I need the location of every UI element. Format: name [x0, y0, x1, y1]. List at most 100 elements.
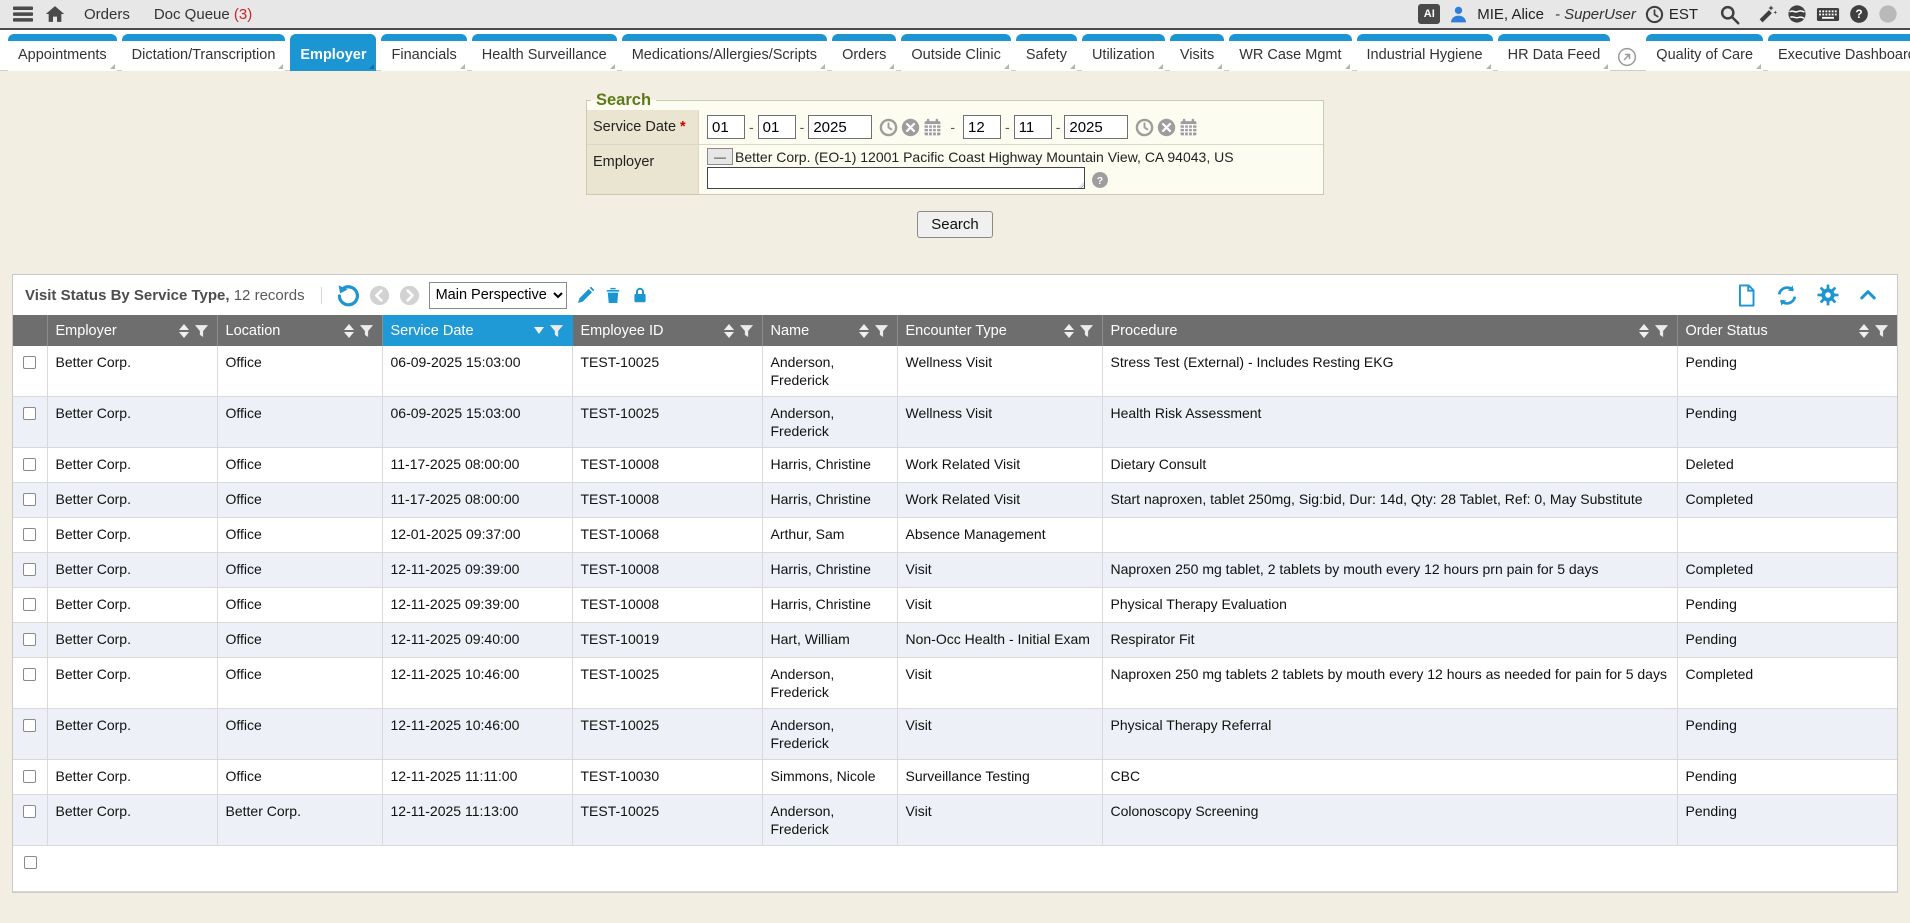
to-clear-icon[interactable] — [1157, 118, 1176, 137]
to-time-icon[interactable] — [1135, 118, 1154, 137]
tab-industrial-hygiene[interactable]: Industrial Hygiene — [1357, 34, 1493, 71]
column-header-encounter-type[interactable]: Encounter Type — [897, 315, 1102, 346]
keyboard-icon[interactable] — [1816, 5, 1840, 24]
help-icon[interactable]: ? — [1849, 4, 1869, 24]
filter-icon[interactable] — [549, 323, 564, 339]
column-header-procedure[interactable]: Procedure — [1102, 315, 1677, 346]
column-header-employer[interactable]: Employer — [47, 315, 217, 346]
row-checkbox[interactable] — [23, 563, 36, 576]
undo-icon[interactable] — [336, 283, 360, 307]
sort-icon[interactable] — [179, 324, 189, 338]
lock-icon[interactable] — [631, 286, 649, 305]
filter-icon[interactable] — [739, 323, 754, 339]
forward-icon[interactable] — [399, 285, 420, 306]
breadcrumb-page[interactable]: Doc Queue (3) — [154, 6, 252, 23]
filter-icon[interactable] — [194, 323, 209, 339]
refresh-icon[interactable] — [1775, 284, 1799, 307]
tab-outside-clinic[interactable]: Outside Clinic — [901, 34, 1010, 71]
from-calendar-icon[interactable] — [923, 118, 942, 137]
perspective-select[interactable]: Main Perspective — [429, 282, 567, 309]
edit-perspective-icon[interactable] — [576, 286, 595, 305]
column-header-service-date[interactable]: Service Date — [382, 315, 572, 346]
cell-name: Hart, William — [762, 623, 897, 658]
tab-financials[interactable]: Financials — [381, 34, 466, 71]
row-checkbox[interactable] — [23, 633, 36, 646]
row-checkbox[interactable] — [23, 356, 36, 369]
sort-icon[interactable] — [724, 324, 734, 338]
filter-icon[interactable] — [1874, 323, 1889, 339]
from-clear-icon[interactable] — [901, 118, 920, 137]
from-day-input[interactable] — [758, 115, 796, 139]
user-icon[interactable] — [1449, 5, 1468, 24]
cell-employer: Better Corp. — [47, 588, 217, 623]
tab-wr-case-mgmt[interactable]: WR Case Mgmt — [1229, 34, 1351, 71]
tab-medications-allergies-scripts[interactable]: Medications/Allergies/Scripts — [622, 34, 827, 71]
row-checkbox[interactable] — [23, 668, 36, 681]
row-checkbox[interactable] — [23, 407, 36, 420]
filter-icon[interactable] — [874, 323, 889, 339]
row-checkbox[interactable] — [23, 719, 36, 732]
row-checkbox[interactable] — [23, 770, 36, 783]
tab-utilization[interactable]: Utilization — [1082, 34, 1165, 71]
tab-hr-data-feed[interactable]: HR Data Feed — [1498, 34, 1611, 71]
tab-employer[interactable]: Employer — [290, 34, 376, 71]
tab-appointments[interactable]: Appointments — [8, 34, 117, 71]
tab-label: Utilization — [1082, 41, 1165, 71]
sort-desc-icon[interactable] — [534, 327, 544, 334]
hamburger-menu-icon[interactable] — [12, 4, 34, 24]
sort-icon[interactable] — [1064, 324, 1074, 338]
column-header-location[interactable]: Location — [217, 315, 382, 346]
sort-icon[interactable] — [1859, 324, 1869, 338]
from-time-icon[interactable] — [879, 118, 898, 137]
sort-icon[interactable] — [1639, 324, 1649, 338]
tab-dictation-transcription[interactable]: Dictation/Transcription — [122, 34, 286, 71]
row-checkbox[interactable] — [23, 598, 36, 611]
row-checkbox[interactable] — [23, 458, 36, 471]
filter-icon[interactable] — [359, 323, 374, 339]
report-document-icon[interactable] — [1736, 284, 1757, 307]
footer-select-checkbox[interactable] — [24, 856, 37, 869]
row-checkbox[interactable] — [23, 805, 36, 818]
tab-executive-dashboard[interactable]: Executive Dashboard — [1768, 34, 1910, 71]
globe-icon[interactable] — [1787, 4, 1807, 24]
column-header-employee-id[interactable]: Employee ID — [572, 315, 762, 346]
to-day-input[interactable] — [1014, 115, 1052, 139]
tab-orders[interactable]: Orders — [832, 34, 896, 71]
cell-name: Simmons, Nicole — [762, 760, 897, 795]
ai-badge[interactable]: AI — [1418, 4, 1440, 24]
home-icon[interactable] — [44, 4, 66, 24]
sort-icon[interactable] — [344, 324, 354, 338]
breadcrumb-section[interactable]: Orders — [84, 6, 130, 23]
filter-icon[interactable] — [1079, 323, 1094, 339]
column-header-order-status[interactable]: Order Status — [1677, 315, 1897, 346]
sort-icon[interactable] — [859, 324, 869, 338]
employer-search-input[interactable] — [707, 167, 1085, 189]
back-icon[interactable] — [369, 285, 390, 306]
column-header-name[interactable]: Name — [762, 315, 897, 346]
column-label: Employer — [56, 323, 117, 339]
to-month-input[interactable] — [963, 115, 1001, 139]
tab-health-surveillance[interactable]: Health Surveillance — [472, 34, 617, 71]
svg-text:?: ? — [1097, 175, 1103, 187]
tab-visits[interactable]: Visits — [1170, 34, 1224, 71]
delete-perspective-icon[interactable] — [604, 286, 622, 305]
tab-quality-of-care[interactable]: Quality of Care — [1646, 34, 1763, 71]
from-month-input[interactable] — [707, 115, 745, 139]
from-year-input[interactable] — [808, 115, 872, 139]
magic-wand-icon[interactable] — [1757, 4, 1778, 25]
search-icon[interactable] — [1719, 4, 1740, 25]
row-checkbox[interactable] — [23, 528, 36, 541]
row-checkbox[interactable] — [23, 493, 36, 506]
filter-icon[interactable] — [1654, 323, 1669, 339]
clock-icon[interactable] — [1645, 5, 1664, 24]
search-button[interactable]: Search — [917, 211, 993, 238]
to-year-input[interactable] — [1064, 115, 1128, 139]
employer-collapse-button[interactable]: — — [707, 148, 733, 165]
collapse-panel-icon[interactable] — [1857, 285, 1879, 305]
tab-safety[interactable]: Safety — [1016, 34, 1077, 71]
settings-gear-icon[interactable] — [1817, 284, 1839, 306]
user-name[interactable]: MIE, Alice — [1477, 6, 1544, 23]
external-link-icon[interactable] — [1617, 47, 1637, 67]
employer-help-icon[interactable]: ? — [1091, 171, 1109, 189]
to-calendar-icon[interactable] — [1179, 118, 1198, 137]
